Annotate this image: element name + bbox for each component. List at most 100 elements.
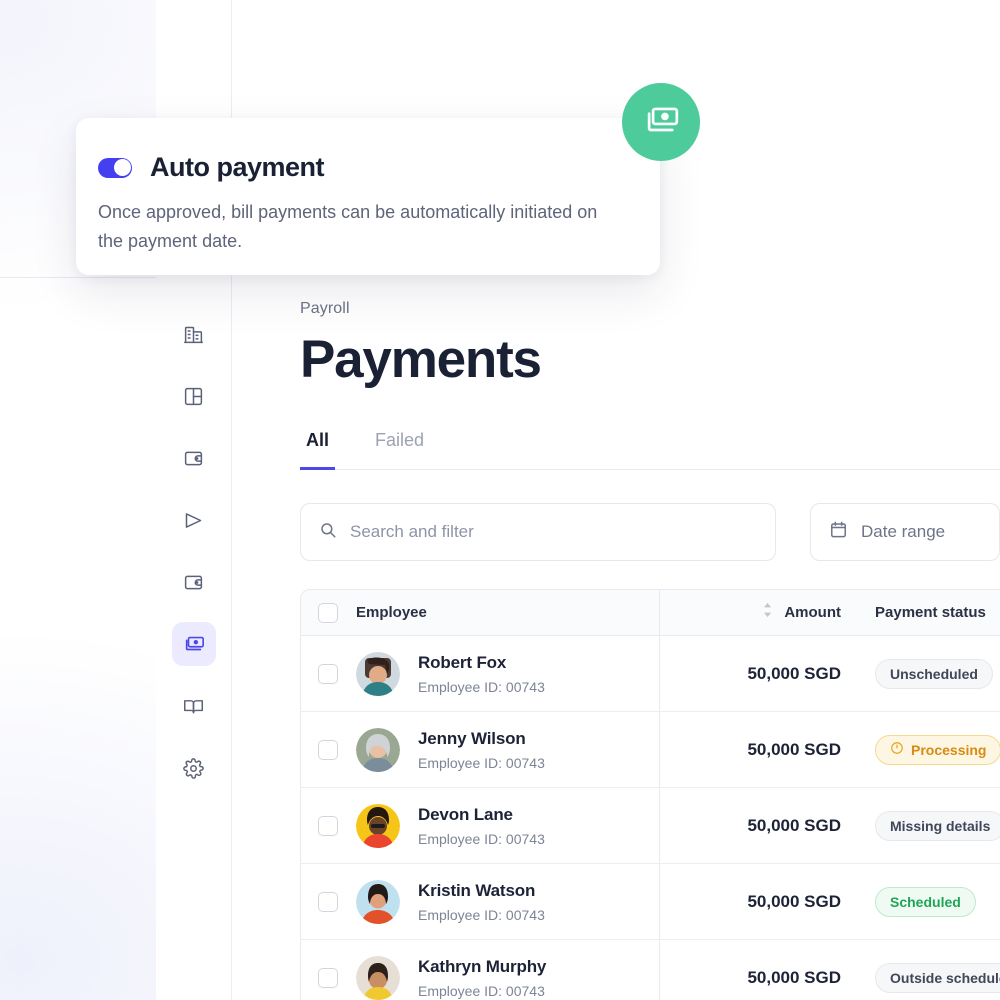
cell-amount: 50,000 SGD: [659, 892, 855, 912]
sidebar-item-cards[interactable]: [172, 560, 216, 604]
cell-amount: 50,000 SGD: [659, 968, 855, 988]
row-checkbox[interactable]: [318, 891, 338, 912]
clock-icon: [890, 741, 904, 758]
employee-name: Kathryn Murphy: [418, 957, 547, 977]
sidebar-item-settings[interactable]: [172, 746, 216, 790]
date-range-picker[interactable]: Date range: [810, 503, 1000, 562]
column-header-employee: Employee: [301, 602, 659, 623]
status-label: Scheduled: [890, 893, 961, 910]
table-row[interactable]: Kathryn Murphy Employee ID: 00743 50,000…: [301, 940, 1000, 1000]
row-checkbox[interactable]: [318, 663, 338, 684]
status-badge: Unscheduled: [875, 658, 993, 689]
cell-employee: Robert Fox Employee ID: 00743: [301, 651, 659, 696]
money-badge-circle: [622, 83, 700, 161]
status-badge: Processing: [875, 734, 1000, 765]
toggle-knob: [113, 159, 131, 176]
row-checkbox[interactable]: [318, 815, 338, 836]
gear-icon: [183, 757, 204, 779]
row-checkbox[interactable]: [318, 739, 338, 760]
amount-value: 50,000 SGD: [747, 815, 841, 835]
auto-payment-card: Auto payment Once approved, bill payment…: [76, 118, 660, 275]
amount-value: 50,000 SGD: [747, 663, 841, 683]
cell-amount: 50,000 SGD: [659, 740, 855, 760]
employee-info: Jenny Wilson Employee ID: 00743: [418, 729, 545, 771]
employee-id: Employee ID: 00743: [418, 754, 545, 771]
amount-value: 50,000 SGD: [747, 968, 841, 988]
status-badge: Missing details: [875, 810, 1000, 841]
auto-payment-title: Auto payment: [150, 152, 325, 182]
book-open-icon: [183, 696, 204, 717]
sidebar-item-payments[interactable]: [171, 622, 216, 666]
sidebar-item-bookkeeping[interactable]: [172, 684, 216, 728]
employee-id: Employee ID: 00743: [418, 906, 545, 923]
table-row[interactable]: Robert Fox Employee ID: 00743 50,000 SGD…: [301, 636, 1000, 713]
cell-employee: Kristin Watson Employee ID: 00743: [301, 879, 659, 924]
table-header: Employee Amount Payment status: [301, 590, 1000, 637]
column-divider: [659, 940, 660, 1000]
date-range-label: Date range: [861, 522, 946, 542]
column-divider: [659, 712, 660, 788]
page-title: Payments: [300, 330, 542, 389]
cell-employee: Kathryn Murphy Employee ID: 00743: [301, 956, 659, 1000]
avatar: [356, 651, 400, 696]
cell-employee: Jenny Wilson Employee ID: 00743: [301, 727, 659, 772]
select-all-checkbox[interactable]: [318, 602, 338, 623]
employee-id: Employee ID: 00743: [418, 678, 545, 695]
row-checkbox[interactable]: [318, 968, 338, 989]
tab-failed[interactable]: Failed: [369, 430, 430, 470]
cell-status: Outside schedule: [855, 963, 1000, 994]
employee-info: Devon Lane Employee ID: 00743: [418, 805, 545, 847]
cell-status: Processing: [855, 734, 1000, 765]
column-label-payment-status: Payment status: [875, 604, 986, 622]
table-row[interactable]: Jenny Wilson Employee ID: 00743 50,000 S…: [301, 712, 1000, 789]
status-label: Processing: [911, 741, 987, 758]
screen: Payroll Payments All Failed Search and f…: [0, 0, 1000, 1000]
column-label-employee: Employee: [356, 604, 427, 622]
column-divider: [659, 590, 660, 636]
sidebar-item-organization[interactable]: [172, 312, 216, 356]
cell-status: Scheduled: [855, 886, 1000, 917]
cell-status: Unscheduled: [855, 658, 1000, 689]
auto-payment-toggle[interactable]: [98, 157, 132, 178]
column-header-amount[interactable]: Amount: [659, 602, 855, 623]
search-field[interactable]: [300, 503, 776, 562]
employee-name: Jenny Wilson: [418, 728, 526, 748]
calendar-icon: [829, 520, 848, 544]
employee-id: Employee ID: 00743: [418, 830, 545, 847]
column-label-amount: Amount: [784, 604, 841, 622]
employee-name: Devon Lane: [418, 804, 513, 824]
tab-all[interactable]: All: [300, 430, 336, 471]
employee-name: Robert Fox: [418, 652, 507, 672]
auto-payment-header: Auto payment: [98, 152, 620, 183]
search-icon: [319, 521, 337, 544]
search-input[interactable]: [350, 522, 757, 543]
sidebar-item-send[interactable]: [172, 498, 216, 542]
send-plane-icon: [183, 510, 204, 531]
status-label: Outside schedule: [890, 970, 1000, 987]
payments-table: Employee Amount Payment status Robert Fo…: [300, 589, 1000, 1000]
cell-employee: Devon Lane Employee ID: 00743: [301, 803, 659, 848]
table-body: Robert Fox Employee ID: 00743 50,000 SGD…: [301, 636, 1000, 1000]
status-label: Missing details: [890, 817, 991, 834]
employee-id: Employee ID: 00743: [418, 983, 545, 1000]
employee-name: Kristin Watson: [418, 880, 536, 900]
building-icon: [183, 324, 204, 345]
avatar: [356, 727, 400, 772]
status-badge: Outside schedule: [875, 963, 1000, 994]
column-divider: [659, 636, 660, 712]
avatar: [356, 879, 400, 924]
column-header-payment-status: Payment status: [855, 604, 1000, 621]
breadcrumb[interactable]: Payroll: [300, 300, 1000, 318]
wallet-card-icon: [183, 572, 204, 593]
sort-arrows-icon[interactable]: [762, 602, 773, 623]
employee-info: Kristin Watson Employee ID: 00743: [418, 881, 545, 923]
sidebar-item-dashboard[interactable]: [172, 374, 216, 418]
cell-amount: 50,000 SGD: [659, 816, 855, 836]
table-row[interactable]: Devon Lane Employee ID: 00743 50,000 SGD…: [301, 788, 1000, 865]
status-label: Unscheduled: [890, 665, 978, 682]
tab-bar: All Failed: [300, 430, 1000, 471]
avatar: [356, 803, 400, 848]
table-row[interactable]: Kristin Watson Employee ID: 00743 50,000…: [301, 864, 1000, 941]
cell-status: Missing details: [855, 810, 1000, 841]
sidebar-item-accounts[interactable]: [172, 436, 216, 480]
